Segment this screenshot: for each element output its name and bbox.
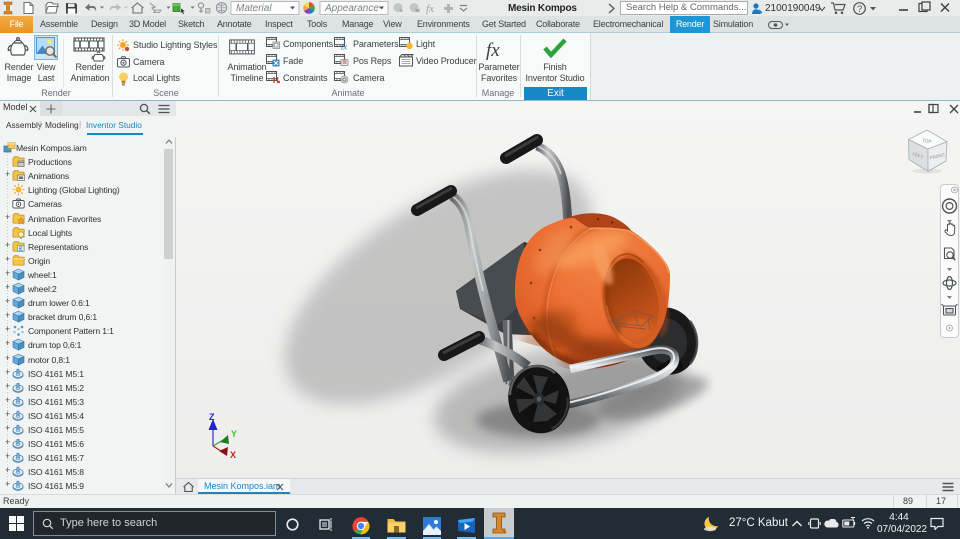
svg-text:Z: Z xyxy=(209,412,215,422)
svg-text:Material: Material xyxy=(236,3,272,14)
svg-text:fx: fx xyxy=(426,3,434,15)
svg-text:?: ? xyxy=(857,4,862,15)
svg-text:fx: fx xyxy=(486,40,500,60)
svg-text:Appearance: Appearance xyxy=(324,3,379,14)
svg-text:X: X xyxy=(230,450,236,459)
svg-text:Y: Y xyxy=(231,429,237,439)
svg-text:fx: fx xyxy=(341,42,347,51)
